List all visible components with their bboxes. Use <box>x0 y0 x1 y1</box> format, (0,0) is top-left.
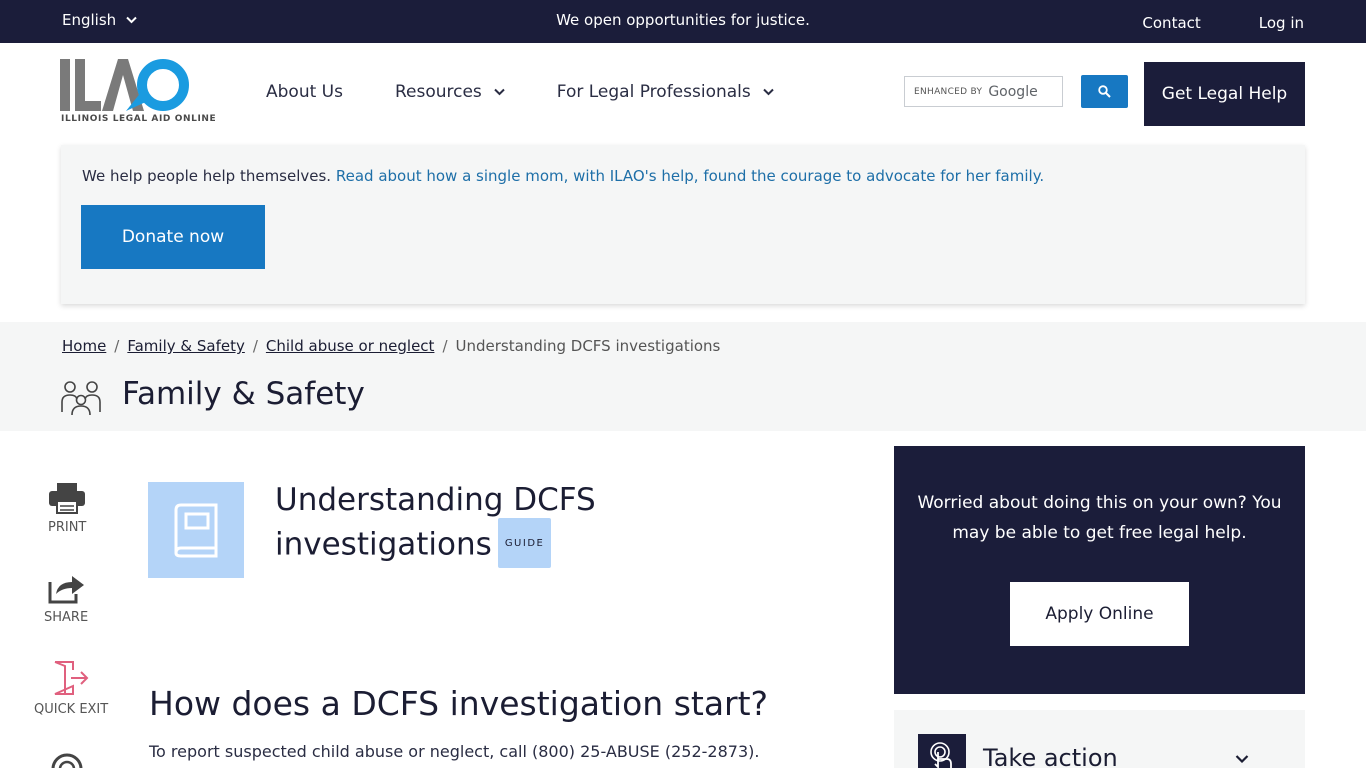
guide-thumbnail <box>148 482 244 578</box>
section-heading: How does a DCFS investigation start? <box>149 684 769 723</box>
donate-button[interactable]: Donate now <box>81 205 265 269</box>
donate-panel: We help people help themselves. Read abo… <box>61 145 1305 304</box>
breadcrumb-family-safety[interactable]: Family & Safety <box>127 337 244 355</box>
take-action-title: Take action <box>983 744 1118 768</box>
contact-link[interactable]: Contact <box>1142 14 1200 32</box>
search-enhanced-label: ENHANCED BY <box>914 86 983 97</box>
take-action-icon-box <box>918 734 966 768</box>
breadcrumb-current: Understanding DCFS investigations <box>455 337 721 355</box>
breadcrumb: Home / Family & Safety / Child abuse or … <box>62 337 720 355</box>
search-brand-label: Google <box>988 83 1038 100</box>
take-action-panel[interactable]: Take action <box>894 710 1305 768</box>
chevron-down-icon <box>763 88 774 96</box>
search-icon <box>1098 85 1111 98</box>
share-label: SHARE <box>44 610 89 625</box>
site-header: ILLINOIS LEGAL AID ONLINE About Us Resou… <box>0 43 1366 143</box>
print-tool[interactable]: PRINT <box>48 482 86 535</box>
login-link[interactable]: Log in <box>1259 14 1304 32</box>
nav-legal-professionals[interactable]: For Legal Professionals <box>557 82 774 102</box>
main-nav: About Us Resources For Legal Professiona… <box>266 82 774 102</box>
breadcrumb-child-abuse[interactable]: Child abuse or neglect <box>266 337 435 355</box>
apply-online-button[interactable]: Apply Online <box>1010 582 1189 646</box>
breadcrumb-separator: / <box>442 337 448 355</box>
section-header: Home / Family & Safety / Child abuse or … <box>0 322 1366 431</box>
share-tool[interactable]: SHARE <box>44 572 88 625</box>
family-icon <box>61 381 101 416</box>
feedback-tool[interactable] <box>50 752 84 768</box>
top-bar: English We open opportunities for justic… <box>0 0 1366 43</box>
quick-exit-tool[interactable]: QUICK EXIT <box>34 660 108 717</box>
legal-help-text: Worried about doing this on your own? Yo… <box>917 493 1282 543</box>
donate-intro: We help people help themselves. <box>82 167 332 185</box>
chevron-down-icon <box>494 88 505 96</box>
chevron-down-icon[interactable] <box>1235 754 1249 764</box>
breadcrumb-home[interactable]: Home <box>62 337 106 355</box>
guide-badge: GUIDE <box>497 518 552 568</box>
breadcrumb-separator: / <box>114 337 120 355</box>
section-title: Family & Safety <box>122 376 365 412</box>
nav-resources[interactable]: Resources <box>395 82 505 102</box>
tap-icon <box>930 742 952 768</box>
article-paragraph: To report suspected child abuse or negle… <box>149 742 760 761</box>
logo-subtitle: ILLINOIS LEGAL AID ONLINE <box>61 114 217 124</box>
breadcrumb-separator: / <box>252 337 258 355</box>
book-icon <box>174 503 218 558</box>
feedback-icon <box>51 753 83 768</box>
quick-exit-label: QUICK EXIT <box>34 702 109 717</box>
exit-door-icon <box>54 661 89 695</box>
printer-icon <box>49 483 86 514</box>
article-title: Understanding DCFS investigations GUIDE <box>275 480 655 571</box>
search-input[interactable]: ENHANCED BY Google <box>904 76 1063 107</box>
nav-about-us[interactable]: About Us <box>266 82 343 102</box>
get-legal-help-button[interactable]: Get Legal Help <box>1144 62 1305 126</box>
search-button[interactable] <box>1081 75 1128 108</box>
legal-help-card: Worried about doing this on your own? Yo… <box>894 446 1305 694</box>
donate-message: We help people help themselves. Read abo… <box>82 167 1044 185</box>
share-icon <box>48 576 85 604</box>
print-label: PRINT <box>48 520 87 535</box>
story-link[interactable]: Read about how a single mom, with ILAO's… <box>336 167 1044 185</box>
